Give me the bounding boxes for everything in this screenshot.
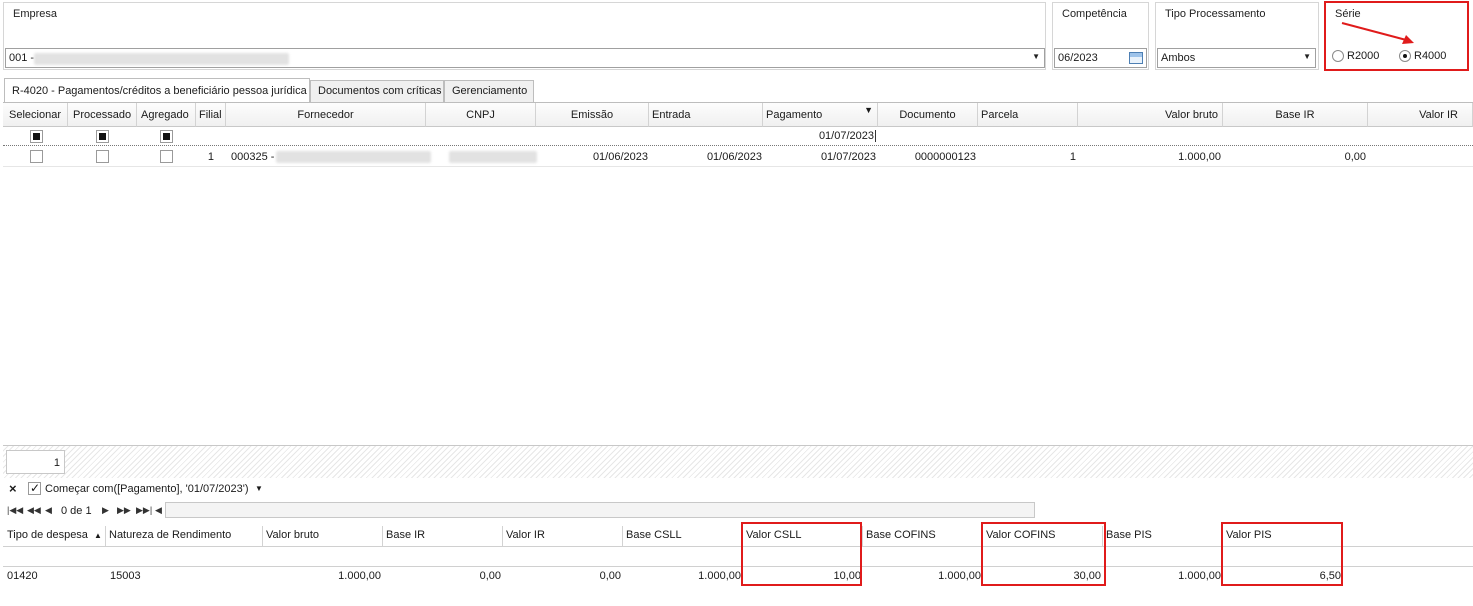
- col-agregado[interactable]: Agregado: [137, 103, 196, 127]
- col-pagamento[interactable]: Pagamento ▼: [763, 103, 878, 127]
- col-valor-ir[interactable]: Valor IR: [1368, 103, 1473, 127]
- tab-r4020[interactable]: R-4020 - Pagamentos/créditos a beneficiá…: [4, 78, 310, 102]
- tab-gerenciamento-label: Gerenciamento: [452, 85, 528, 97]
- competencia-value: 06/2023: [1058, 52, 1098, 64]
- col-detail-valor-bruto[interactable]: Valor bruto: [263, 526, 383, 546]
- last-page-icon[interactable]: ▶▶|: [136, 505, 152, 516]
- col-base-ir[interactable]: Base IR: [1223, 103, 1368, 127]
- col-base-pis[interactable]: Base PIS: [1103, 526, 1223, 546]
- empresa-label: Empresa: [13, 8, 58, 20]
- row-pagamento: 01/07/2023: [820, 151, 876, 163]
- annotation-arrow-icon: [1341, 22, 1414, 44]
- chevron-down-icon[interactable]: ▼: [255, 484, 263, 493]
- navigator-position: 0 de 1: [61, 505, 92, 517]
- filter-bar: × Começar com([Pagamento], '01/07/2023')…: [3, 480, 1473, 498]
- row-fornecedor-redacted: [276, 151, 431, 163]
- first-page-icon[interactable]: |◀◀: [7, 505, 23, 516]
- valor-cofins-highlight-box: [981, 522, 1106, 586]
- filter-agregado-checkbox[interactable]: [160, 130, 173, 143]
- main-grid: Selecionar Processado Agregado Filial Fo…: [3, 102, 1473, 445]
- filter-expression[interactable]: Começar com([Pagamento], '01/07/2023'): [45, 483, 249, 495]
- col-filial[interactable]: Filial: [196, 103, 226, 127]
- col-cnpj[interactable]: CNPJ: [426, 103, 536, 127]
- chevron-down-icon[interactable]: ▼: [1032, 52, 1040, 61]
- tab-documentos-criticas-label: Documentos com críticas: [318, 85, 442, 97]
- col-documento[interactable]: Documento: [878, 103, 978, 127]
- detail-valor-bruto: 1.000,00: [338, 570, 381, 582]
- filter-selecionar-checkbox[interactable]: [30, 130, 43, 143]
- tab-gerenciamento[interactable]: Gerenciamento: [444, 80, 534, 102]
- detail-base-cofins: 1.000,00: [938, 570, 981, 582]
- horizontal-scrollbar[interactable]: [165, 502, 1035, 518]
- tipo-processamento-select[interactable]: Ambos ▼: [1157, 48, 1316, 68]
- valor-csll-highlight-box: [741, 522, 862, 586]
- filter-enabled-checkbox[interactable]: [28, 481, 41, 495]
- detail-base-csll: 1.000,00: [698, 570, 741, 582]
- tipo-processamento-value: Ambos: [1161, 52, 1196, 64]
- tipo-processamento-group: Tipo Processamento Ambos ▼: [1155, 2, 1319, 70]
- col-processado[interactable]: Processado: [68, 103, 137, 127]
- table-row[interactable]: 1 000325 - 01/06/2023 01/06/2023 01/07/2…: [3, 147, 1473, 167]
- empresa-select[interactable]: 001 - ▼: [5, 48, 1045, 68]
- tab-r4020-label: R-4020 - Pagamentos/créditos a beneficiá…: [12, 85, 307, 97]
- col-emissao[interactable]: Emissão: [536, 103, 649, 127]
- col-base-csll[interactable]: Base CSLL: [623, 526, 743, 546]
- col-valor-bruto[interactable]: Valor bruto: [1078, 103, 1223, 127]
- col-fornecedor[interactable]: Fornecedor: [226, 103, 426, 127]
- sort-asc-icon: ▲: [93, 531, 102, 540]
- detail-base-pis: 1.000,00: [1178, 570, 1221, 582]
- filter-processado-checkbox[interactable]: [96, 130, 109, 143]
- prev-page-icon[interactable]: ◀◀: [27, 505, 41, 516]
- detail-natureza: 15003: [110, 570, 141, 582]
- row-emissao: 01/06/2023: [592, 151, 648, 163]
- grid-footer: [3, 445, 1473, 478]
- filter-icon[interactable]: ▼: [864, 105, 873, 115]
- row-count-cell: 1: [6, 450, 65, 474]
- detail-tipo-despesa: 01420: [7, 570, 38, 582]
- row-agregado-checkbox[interactable]: [160, 150, 173, 163]
- row-count-value: 1: [53, 457, 60, 469]
- filter-pagamento-value[interactable]: 01/07/2023: [763, 130, 876, 142]
- col-selecionar[interactable]: Selecionar: [3, 103, 68, 127]
- col-base-cofins[interactable]: Base COFINS: [863, 526, 983, 546]
- row-processado-checkbox[interactable]: [96, 150, 109, 163]
- row-filial: 1: [207, 151, 214, 163]
- col-detail-base-ir[interactable]: Base IR: [383, 526, 503, 546]
- next-record-icon[interactable]: ▶: [102, 505, 109, 516]
- row-documento: 0000000123: [914, 151, 976, 163]
- close-filter-icon[interactable]: ×: [9, 481, 17, 496]
- row-parcela: 1: [1069, 151, 1076, 163]
- calendar-icon[interactable]: [1129, 52, 1143, 64]
- row-valor-bruto: 1.000,00: [1178, 151, 1221, 163]
- tab-documentos-criticas[interactable]: Documentos com críticas: [310, 80, 444, 102]
- scroll-left-icon[interactable]: ◀: [155, 505, 162, 516]
- row-fornecedor: 000325 -: [231, 151, 275, 163]
- filter-row: 01/07/2023: [3, 128, 1473, 146]
- row-selecionar-checkbox[interactable]: [30, 150, 43, 163]
- empresa-value: 001 -: [9, 52, 35, 64]
- col-natureza-rendimento[interactable]: Natureza de Rendimento: [106, 526, 263, 546]
- col-detail-valor-ir[interactable]: Valor IR: [503, 526, 623, 546]
- row-cnpj-redacted: [449, 151, 537, 163]
- col-entrada[interactable]: Entrada: [649, 103, 763, 127]
- row-base-ir: 0,00: [1344, 151, 1366, 163]
- next-page-icon[interactable]: ▶▶: [117, 505, 131, 516]
- competencia-group: Competência 06/2023: [1052, 2, 1149, 70]
- detail-valor-ir: 0,00: [599, 570, 621, 582]
- competencia-date-input[interactable]: 06/2023: [1054, 48, 1147, 68]
- row-entrada: 01/06/2023: [706, 151, 762, 163]
- prev-record-icon[interactable]: ◀: [45, 505, 52, 516]
- empresa-group: Empresa 001 - ▼: [3, 2, 1046, 70]
- col-parcela[interactable]: Parcela: [978, 103, 1078, 127]
- empresa-name-redacted: [34, 53, 289, 65]
- valor-pis-highlight-box: [1221, 522, 1343, 586]
- detail-base-ir: 0,00: [479, 570, 501, 582]
- chevron-down-icon[interactable]: ▼: [1303, 52, 1311, 61]
- competencia-label: Competência: [1062, 8, 1127, 20]
- col-tipo-despesa[interactable]: Tipo de despesa ▲: [4, 526, 106, 546]
- tipo-processamento-label: Tipo Processamento: [1165, 8, 1266, 20]
